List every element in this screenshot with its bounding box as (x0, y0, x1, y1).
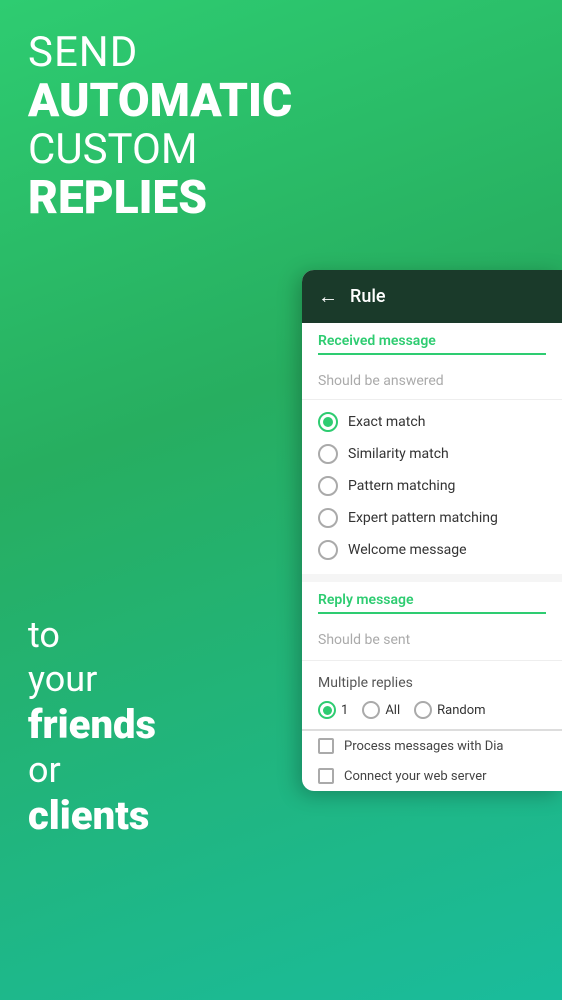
hero-line1: SEND (28, 30, 292, 76)
multi-option-1[interactable]: 1 (318, 701, 348, 719)
reply-placeholder[interactable]: Should be sent (302, 624, 562, 661)
multiple-replies-label: Multiple replies (302, 665, 562, 697)
mini-radio-random[interactable] (414, 701, 432, 719)
hero-line3: CUSTOM (28, 127, 292, 173)
multi-label-random: Random (437, 703, 485, 718)
reply-label: Reply message (302, 582, 562, 612)
option-expert-label: Expert pattern matching (348, 510, 498, 526)
multi-radio-row: 1 All Random (302, 697, 562, 729)
option-expert[interactable]: Expert pattern matching (302, 502, 562, 534)
multi-label-all: All (385, 703, 400, 718)
radio-welcome[interactable] (318, 540, 338, 560)
bottom-line5: clients (28, 792, 156, 840)
radio-pattern[interactable] (318, 476, 338, 496)
option-pattern[interactable]: Pattern matching (302, 470, 562, 502)
option-similarity-label: Similarity match (348, 446, 449, 462)
option-pattern-label: Pattern matching (348, 478, 455, 494)
checkbox-server-box[interactable] (318, 768, 334, 784)
option-exact[interactable]: Exact match (302, 406, 562, 438)
reply-section: Reply message Should be sent (302, 582, 562, 665)
checkbox-server-label: Connect your web server (344, 769, 487, 784)
received-placeholder[interactable]: Should be answered (302, 365, 562, 400)
multi-option-random[interactable]: Random (414, 701, 485, 719)
hero-line2: AUTOMATIC (28, 76, 292, 127)
match-options: Exact match Similarity match Pattern mat… (302, 400, 562, 574)
bottom-line1: to (28, 614, 156, 657)
back-button[interactable]: ← (318, 284, 338, 309)
bottom-text: to your friends or clients (28, 614, 156, 840)
radio-similarity[interactable] (318, 444, 338, 464)
option-welcome-label: Welcome message (348, 542, 467, 558)
rule-card: ← Rule Received message Should be answer… (302, 270, 562, 791)
mini-radio-all[interactable] (362, 701, 380, 719)
bottom-line4: or (28, 749, 156, 792)
checkbox-dia-label: Process messages with Dia (344, 739, 503, 754)
option-exact-label: Exact match (348, 414, 425, 430)
mini-radio-1[interactable] (318, 701, 336, 719)
checkbox-server[interactable]: Connect your web server (302, 761, 562, 791)
option-similarity[interactable]: Similarity match (302, 438, 562, 470)
radio-exact[interactable] (318, 412, 338, 432)
checkbox-dia-box[interactable] (318, 738, 334, 754)
section-separator (302, 574, 562, 582)
multi-label-1: 1 (341, 703, 348, 718)
card-title: Rule (350, 286, 386, 307)
radio-expert[interactable] (318, 508, 338, 528)
card-header: ← Rule (302, 270, 562, 323)
hero-line4: REPLIES (28, 173, 292, 224)
bottom-line2: your (28, 658, 156, 701)
reply-divider (318, 612, 546, 614)
hero-text: SEND AUTOMATIC CUSTOM REPLIES (28, 30, 292, 224)
received-divider (318, 353, 546, 355)
multi-option-all[interactable]: All (362, 701, 400, 719)
option-welcome[interactable]: Welcome message (302, 534, 562, 566)
bottom-line3: friends (28, 701, 156, 749)
checkbox-dia[interactable]: Process messages with Dia (302, 731, 562, 761)
received-label: Received message (302, 323, 562, 353)
